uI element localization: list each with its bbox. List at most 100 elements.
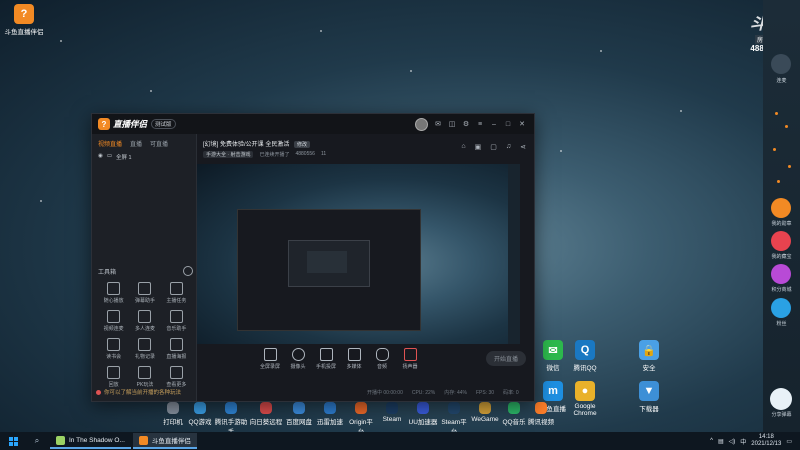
download-icon: ▼ <box>639 381 659 401</box>
tools-more-icon[interactable] <box>183 266 193 276</box>
desktop-icon-label: 百度网盘 <box>286 419 312 426</box>
desktop-icon-bottom[interactable]: 打印机 <box>160 402 186 436</box>
taskbar-item-label: 斗鱼直播伴侣 <box>151 438 191 445</box>
eye-icon[interactable]: ◉ <box>98 153 103 161</box>
windows-icon <box>8 436 18 446</box>
desktop-icon-bottom[interactable]: 向日葵远程 <box>249 402 283 436</box>
tool-item[interactable]: 多人连麦 <box>129 310 160 332</box>
desktop-icon-label: 下载器 <box>639 406 659 413</box>
tool-item[interactable]: 回放 <box>98 366 129 388</box>
tool-item[interactable]: 视频连麦 <box>98 310 129 332</box>
phone-icon[interactable] <box>771 54 791 74</box>
room-category[interactable]: 手游大全 · 射击游戏 <box>203 151 254 158</box>
mic-button[interactable]: 音频 <box>369 348 395 370</box>
desktop-icon-bottom[interactable]: 腾讯视频 <box>528 402 554 436</box>
room-edit-button[interactable]: 修改 <box>294 141 311 148</box>
fans-icon[interactable] <box>771 298 791 318</box>
share-icon[interactable]: ⋖ <box>520 143 526 151</box>
start-button[interactable] <box>0 432 26 450</box>
settings-icon[interactable]: ⚙ <box>462 121 470 129</box>
version-badge[interactable]: 测试版 <box>151 119 176 129</box>
desktop-icon-bottom[interactable]: 迅雷加速 <box>315 402 345 436</box>
tray-expand-icon[interactable]: ^ <box>710 438 713 444</box>
tool-item[interactable]: 查看更多 <box>161 366 192 388</box>
desktop-icon-label: WeGame <box>471 416 499 423</box>
tab-live[interactable]: 直播 <box>130 139 142 148</box>
camera-button[interactable]: 摄像头 <box>285 348 311 370</box>
desktop-icon-qq[interactable]: Q 腾讯QQ <box>563 340 607 372</box>
treasure-icon[interactable] <box>771 231 791 251</box>
taskbar-item-companion[interactable]: 斗鱼直播伴侣 <box>132 433 197 449</box>
tool-item[interactable]: 礼物记录 <box>129 338 160 360</box>
speaker-button[interactable]: 扬声器 <box>397 348 423 370</box>
bag-icon[interactable]: ▣ <box>475 143 482 151</box>
skin-icon[interactable]: ◫ <box>448 121 456 129</box>
desktop-icon-app[interactable]: ? 斗鱼直播伴侣 <box>2 4 46 36</box>
tool-item[interactable]: 直播海报 <box>161 338 192 360</box>
phone-cast-button[interactable]: 手机投屏 <box>313 348 339 370</box>
screen-capture-button[interactable]: 全屏录屏 <box>257 348 283 370</box>
tool-item[interactable]: 随心播放 <box>98 282 129 304</box>
right-side-panel: 连麦 我的勋章 我的藏宝 积分商城 粉丝 分享弹幕 <box>763 0 800 432</box>
tab-video-live[interactable]: 视频直播 <box>98 139 122 148</box>
menu-icon[interactable]: ≡ <box>476 121 484 129</box>
tool-item[interactable]: 弹幕助手 <box>129 282 160 304</box>
media-button[interactable]: 多媒体 <box>341 348 367 370</box>
tool-item[interactable]: 读书会 <box>98 338 129 360</box>
taskbar-item-label: In The Shadow O... <box>69 436 125 444</box>
wechat-icon: ✉ <box>543 340 563 360</box>
search-icon[interactable]: ⌕ <box>26 432 48 450</box>
clock[interactable]: 14:18 2021/12/13 <box>751 434 781 448</box>
desktop-icon-label: 安全 <box>642 365 656 372</box>
minimize-icon[interactable]: – <box>490 121 498 129</box>
notification-icon[interactable]: ▭ <box>786 438 792 445</box>
desktop-icon-bottom[interactable]: 百度网盘 <box>284 402 314 436</box>
desktop-icon-bottom[interactable]: Steam平台 <box>439 402 469 436</box>
volume-icon[interactable]: ◁) <box>729 438 736 445</box>
close-icon[interactable]: ✕ <box>518 121 526 129</box>
footer-notice[interactable]: 你可以了解当前开播的各种玩法 <box>96 388 181 396</box>
remote-icon <box>260 402 272 414</box>
tool-item[interactable]: 主播任务 <box>161 282 192 304</box>
desktop-icon-label: 向日葵远程 <box>249 419 283 426</box>
window-titlebar[interactable]: ? 直播伴侣 测试版 ✉ ◫ ⚙ ≡ – □ ✕ <box>92 114 534 134</box>
status-cpu: CPU: 22% <box>411 389 436 396</box>
record-icon[interactable]: ▢ <box>490 143 497 151</box>
tool-item[interactable]: 音乐助手 <box>161 310 192 332</box>
medal-icon[interactable] <box>771 198 791 218</box>
desktop-icon-security[interactable]: 🔒 安全 <box>627 340 671 372</box>
taskbar-item-game[interactable]: In The Shadow O... <box>50 433 131 449</box>
preview-nested-window <box>237 209 421 331</box>
share-barrage-icon[interactable] <box>770 388 792 410</box>
go-live-button[interactable]: 开始直播 <box>485 351 526 366</box>
network-icon[interactable]: ▤ <box>718 438 724 445</box>
maximize-icon[interactable]: □ <box>504 121 512 129</box>
message-icon[interactable]: ✉ <box>434 121 442 129</box>
clock-date: 2021/12/13 <box>751 441 782 447</box>
desktop-icon-bottom[interactable]: WeGame <box>470 402 500 436</box>
gift-icon[interactable]: ⌂ <box>461 143 465 151</box>
ime-indicator[interactable]: 中 <box>740 437 746 446</box>
desktop-icon-downloader[interactable]: ▼ 下载器 <box>627 381 671 413</box>
desktop-icon-bottom[interactable]: UU加速器 <box>408 402 438 436</box>
room-title[interactable]: [幻境] 免费体验/公开课 全民激活 <box>203 142 289 148</box>
scene-item[interactable]: ◉ ▭ 全屏 1 <box>92 151 196 163</box>
stream-preview[interactable] <box>197 164 520 344</box>
right-panel-label: 积分商城 <box>771 287 792 293</box>
points-mall-icon[interactable] <box>771 264 791 284</box>
desktop-icon-bottom[interactable]: Origin平台 <box>346 402 376 436</box>
status-bitrate: 码率: 0 <box>503 390 519 396</box>
desktop-icon-chrome[interactable]: ● Google Chrome <box>563 381 607 417</box>
avatar[interactable] <box>415 118 428 131</box>
room-duration: 已连续开播了 <box>259 152 290 158</box>
monitor-icon <box>263 348 277 361</box>
speaker-icon <box>403 348 417 361</box>
tab-available[interactable]: 可直播 <box>150 139 168 148</box>
desktop-icon-bottom[interactable]: 腾讯手游助手 <box>214 402 248 436</box>
desktop-icon-bottom[interactable]: QQ音乐 <box>501 402 527 436</box>
cloud-drive-icon <box>293 402 305 414</box>
tool-item[interactable]: PK玩法 <box>129 366 160 388</box>
bell-icon[interactable]: ♫ <box>506 143 511 151</box>
desktop-icon-bottom[interactable]: Steam <box>377 402 407 436</box>
desktop-icon-bottom[interactable]: QQ游戏 <box>187 402 213 436</box>
